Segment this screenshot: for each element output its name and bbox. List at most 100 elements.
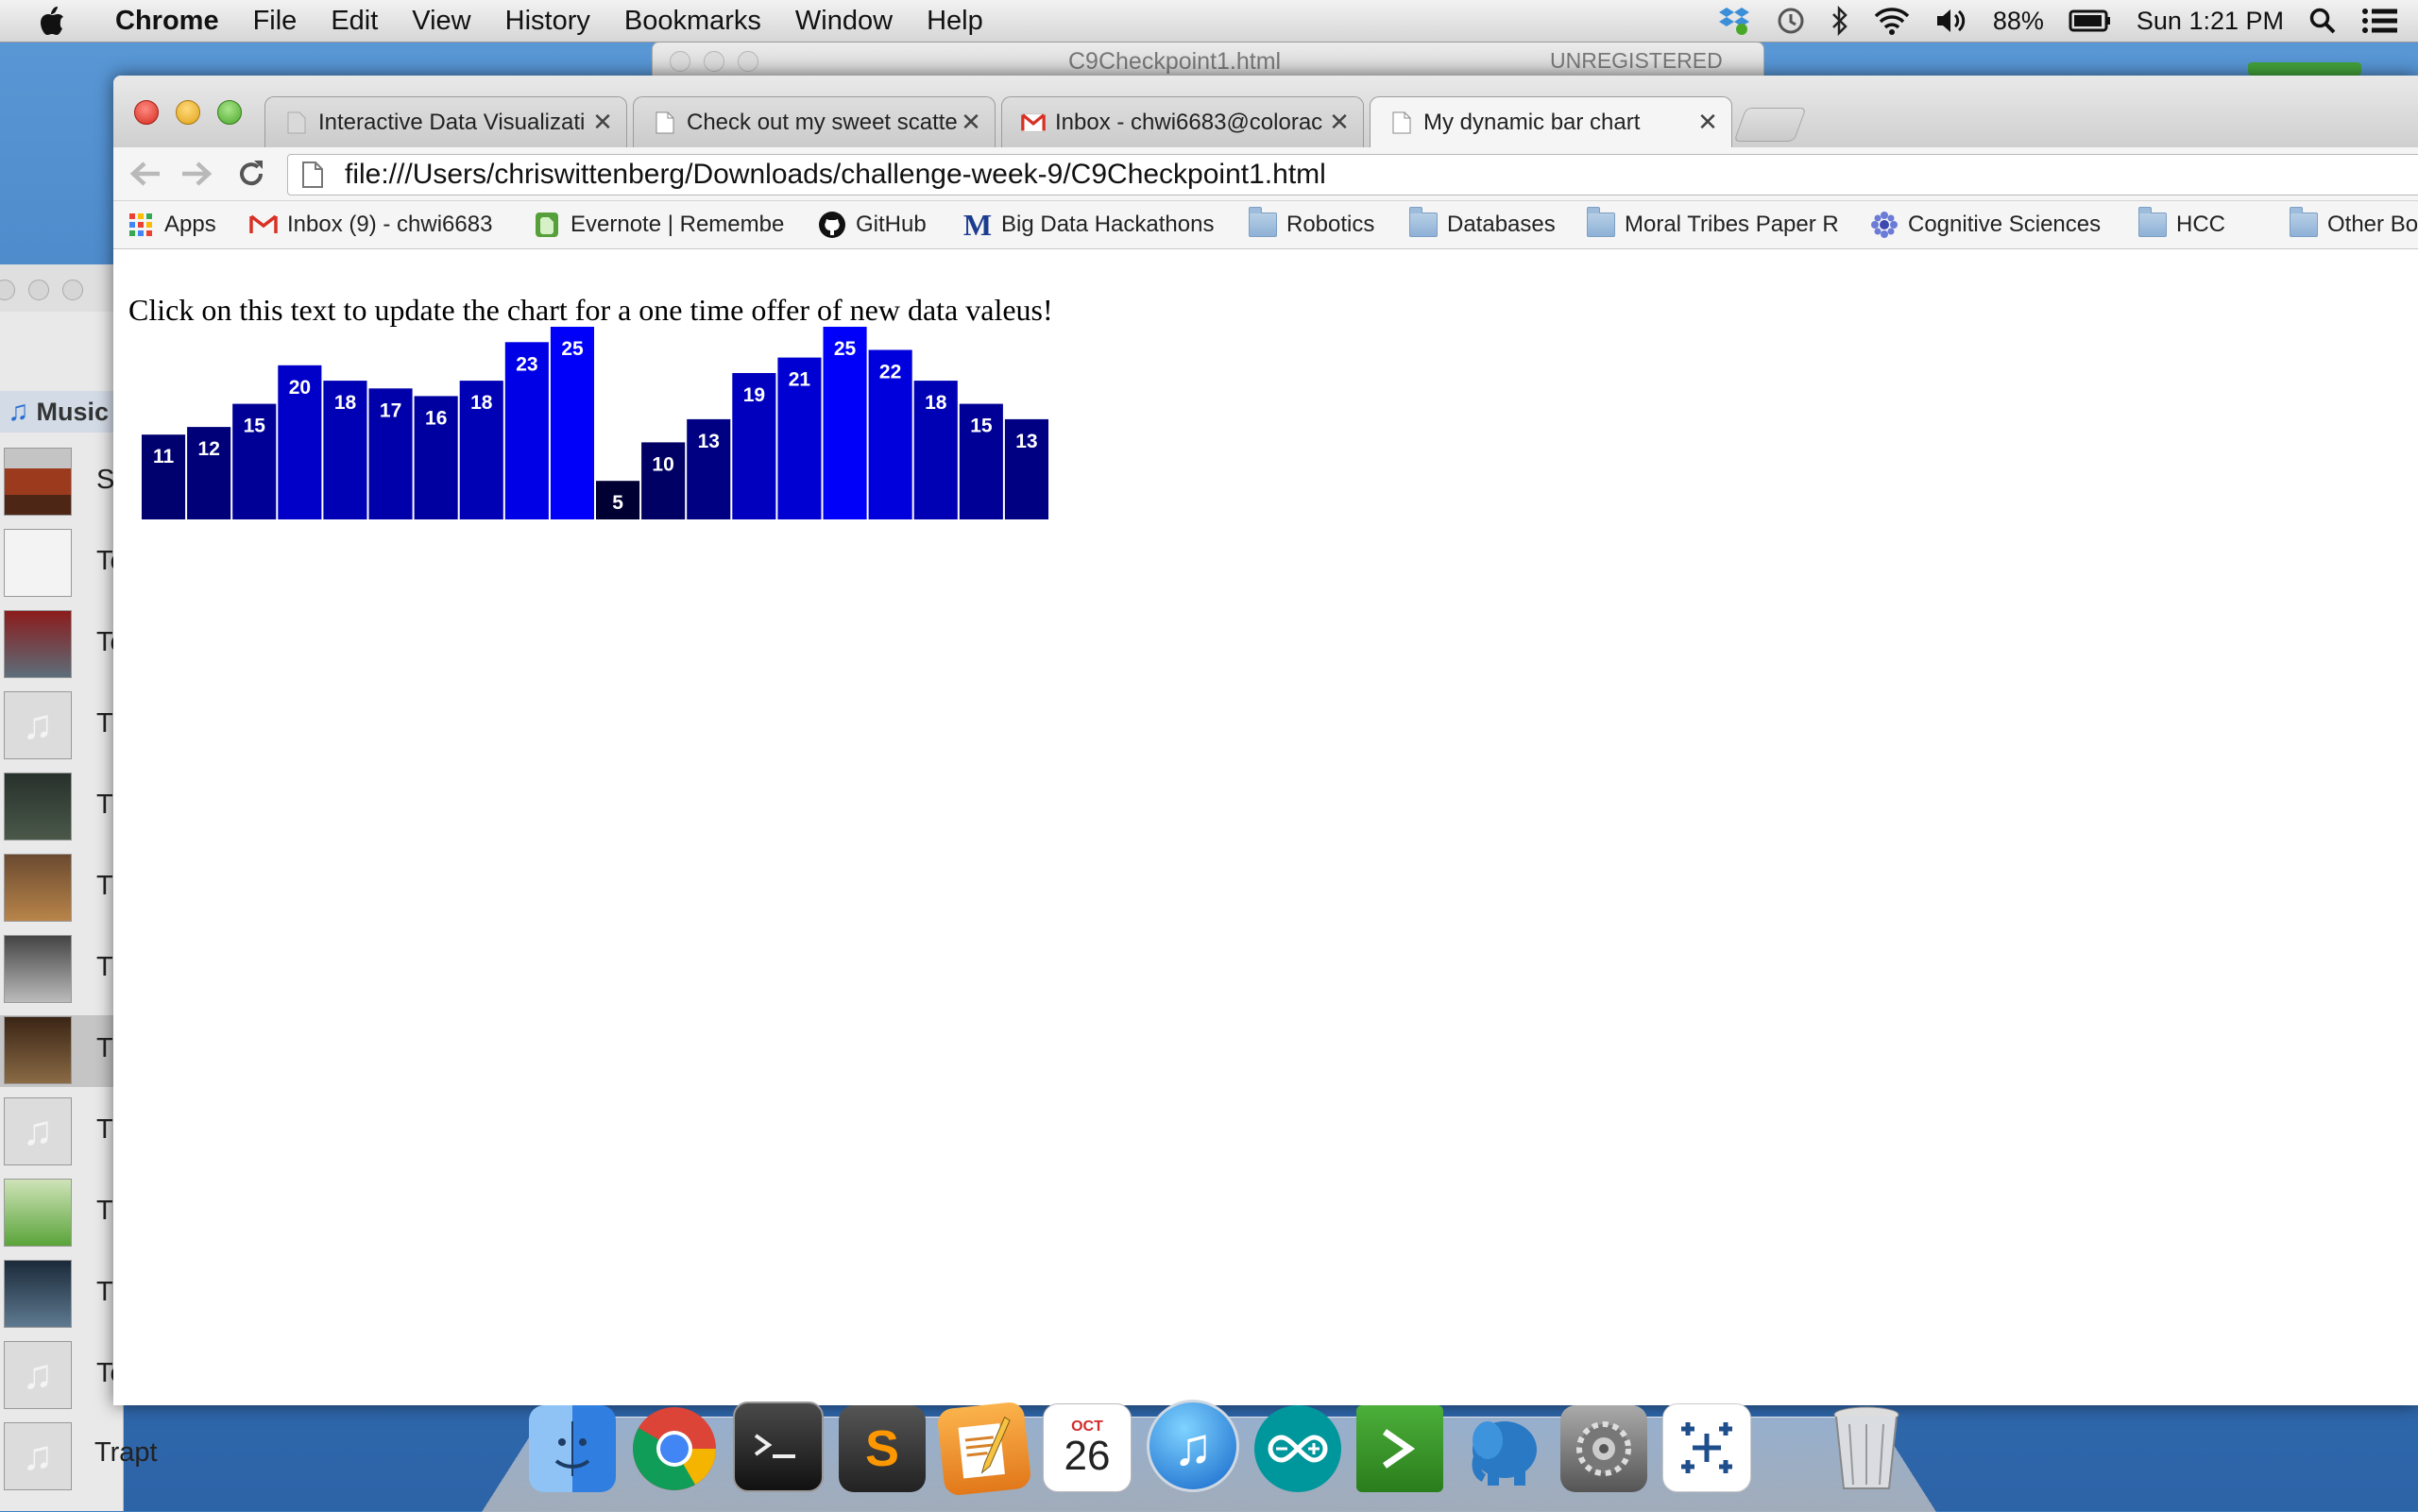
- menu-clock[interactable]: Sun 1:21 PM: [2137, 7, 2284, 36]
- url-input[interactable]: [345, 159, 2139, 191]
- navigation-toolbar: [113, 147, 2418, 201]
- itunes-window-controls[interactable]: [0, 280, 83, 300]
- folder-icon: [1409, 207, 1438, 239]
- menu-edit[interactable]: Edit: [314, 6, 395, 37]
- reload-icon[interactable]: [232, 155, 270, 193]
- album-art[interactable]: [4, 773, 72, 841]
- trash-icon[interactable]: [1823, 1405, 1910, 1492]
- dropbox-sync-icon[interactable]: [1717, 0, 1751, 42]
- system-preferences-icon[interactable]: [1560, 1405, 1647, 1492]
- album-art[interactable]: [4, 935, 72, 1003]
- sublime-icon[interactable]: S: [839, 1405, 926, 1492]
- album-art[interactable]: [4, 1016, 72, 1084]
- forward-arrow-icon[interactable]: [178, 155, 215, 193]
- page-info-icon[interactable]: [301, 161, 324, 188]
- menu-file[interactable]: File: [236, 6, 315, 37]
- itunes-track-title[interactable]: T: [96, 1196, 113, 1227]
- itunes-music-library[interactable]: ♫ Music: [0, 391, 123, 433]
- tab-close-icon[interactable]: ✕: [1694, 108, 1722, 137]
- gear-flower-icon: [1870, 211, 1899, 239]
- tableau-icon[interactable]: [1662, 1403, 1751, 1492]
- apple-icon[interactable]: [38, 2, 76, 40]
- finder-icon[interactable]: [529, 1405, 616, 1492]
- calendar-icon[interactable]: OCT 26: [1043, 1403, 1132, 1492]
- chart-bar-label: 19: [743, 384, 765, 406]
- album-placeholder-icon[interactable]: ♫: [4, 1422, 72, 1490]
- bookmark-label: Other Bo: [2327, 212, 2418, 237]
- tab-close-icon[interactable]: ✕: [588, 108, 617, 137]
- menu-history[interactable]: History: [488, 6, 607, 37]
- album-placeholder-icon[interactable]: ♫: [4, 1341, 72, 1409]
- bookmark-folder-robotics[interactable]: Robotics: [1249, 207, 1374, 241]
- bookmark-github[interactable]: GitHub: [818, 209, 927, 241]
- update-chart-prompt[interactable]: Click on this text to update the chart f…: [128, 293, 1053, 328]
- bookmark-apps[interactable]: Apps: [127, 209, 216, 241]
- new-tab-button[interactable]: [1733, 108, 1807, 142]
- folder-icon: [2138, 207, 2167, 239]
- itunes-track-title[interactable]: Trapt: [94, 1437, 158, 1469]
- terminal-icon[interactable]: [733, 1402, 824, 1492]
- album-art[interactable]: [4, 854, 72, 922]
- prompt-icon[interactable]: [1356, 1405, 1443, 1492]
- tab-gmail-inbox[interactable]: Inbox - chwi6683@colorac ✕: [1001, 96, 1364, 147]
- back-arrow-icon[interactable]: [127, 155, 164, 193]
- menu-view[interactable]: View: [395, 6, 487, 37]
- pages-icon[interactable]: [936, 1401, 1032, 1497]
- window-close-button[interactable]: [134, 100, 159, 125]
- tab-close-icon[interactable]: ✕: [1325, 108, 1354, 137]
- album-art[interactable]: [4, 1179, 72, 1247]
- chart-bar-label: 11: [153, 446, 175, 467]
- itunes-track-title[interactable]: T: [96, 952, 113, 983]
- itunes-track-title[interactable]: T: [96, 708, 113, 739]
- sublime-window-controls[interactable]: [670, 51, 758, 72]
- bookmark-cognitive-sciences[interactable]: Cognitive Sciences: [1870, 209, 2101, 241]
- tab-close-icon[interactable]: ✕: [957, 108, 985, 137]
- bookmark-big-data-hackathons[interactable]: M Big Data Hackathons: [963, 208, 1218, 242]
- chrome-icon[interactable]: [631, 1405, 718, 1492]
- itunes-track-title[interactable]: S: [96, 465, 114, 496]
- sublime-window-titlebar[interactable]: C9Checkpoint1.html UNREGISTERED: [652, 42, 1764, 79]
- album-art[interactable]: [4, 448, 72, 516]
- arduino-icon[interactable]: [1254, 1405, 1341, 1492]
- tab-my-dynamic-bar-chart[interactable]: My dynamic bar chart ✕: [1370, 96, 1732, 147]
- bluetooth-icon[interactable]: [1831, 0, 1849, 42]
- window-zoom-button[interactable]: [217, 100, 242, 125]
- page-icon: [284, 110, 309, 135]
- dock: S OCT 26 ♫: [529, 1388, 1910, 1497]
- volume-icon[interactable]: [1934, 0, 1968, 42]
- battery-icon[interactable]: [2069, 0, 2112, 42]
- itunes-track-title[interactable]: T: [96, 1277, 113, 1308]
- album-art[interactable]: [4, 1260, 72, 1328]
- bookmark-folder-hcc[interactable]: HCC: [2138, 207, 2225, 241]
- page-icon: [653, 110, 677, 135]
- album-placeholder-icon[interactable]: ♫: [4, 691, 72, 759]
- itunes-track-title[interactable]: T: [96, 871, 113, 902]
- notification-center-icon[interactable]: [2361, 0, 2399, 42]
- bookmark-other-bookmarks[interactable]: Other Bo: [2290, 207, 2418, 241]
- itunes-track-title[interactable]: T: [96, 1114, 113, 1146]
- bookmark-folder-databases[interactable]: Databases: [1409, 207, 1556, 241]
- bookmark-gmail-inbox[interactable]: Inbox (9) - chwi6683: [249, 209, 501, 241]
- address-bar[interactable]: [287, 154, 2418, 195]
- menu-help[interactable]: Help: [910, 6, 1000, 37]
- spotlight-search-icon[interactable]: [2308, 0, 2337, 42]
- elephant-icon[interactable]: [1458, 1405, 1545, 1492]
- time-machine-icon[interactable]: [1776, 0, 1806, 42]
- tab-scatter-plot[interactable]: Check out my sweet scatte ✕: [633, 96, 996, 147]
- menu-app-name[interactable]: Chrome: [102, 6, 236, 37]
- bookmark-evernote[interactable]: Evernote | Remembe: [533, 209, 788, 241]
- album-placeholder-icon[interactable]: ♫: [4, 1097, 72, 1165]
- itunes-icon[interactable]: ♫: [1147, 1400, 1239, 1492]
- bookmark-label: HCC: [2176, 212, 2225, 237]
- itunes-track-title[interactable]: T: [96, 1033, 113, 1064]
- menu-bar: Chrome File Edit View History Bookmarks …: [0, 0, 2418, 42]
- menu-bookmarks[interactable]: Bookmarks: [607, 6, 778, 37]
- itunes-track-title[interactable]: T: [96, 790, 113, 821]
- menu-window[interactable]: Window: [778, 6, 910, 37]
- window-minimize-button[interactable]: [176, 100, 200, 125]
- wifi-icon[interactable]: [1874, 0, 1910, 42]
- tab-interactive-data-visualization[interactable]: Interactive Data Visualizati ✕: [264, 96, 627, 147]
- album-art[interactable]: [4, 529, 72, 597]
- bookmark-folder-moral-tribes[interactable]: Moral Tribes Paper R: [1587, 207, 1842, 241]
- album-art[interactable]: [4, 610, 72, 678]
